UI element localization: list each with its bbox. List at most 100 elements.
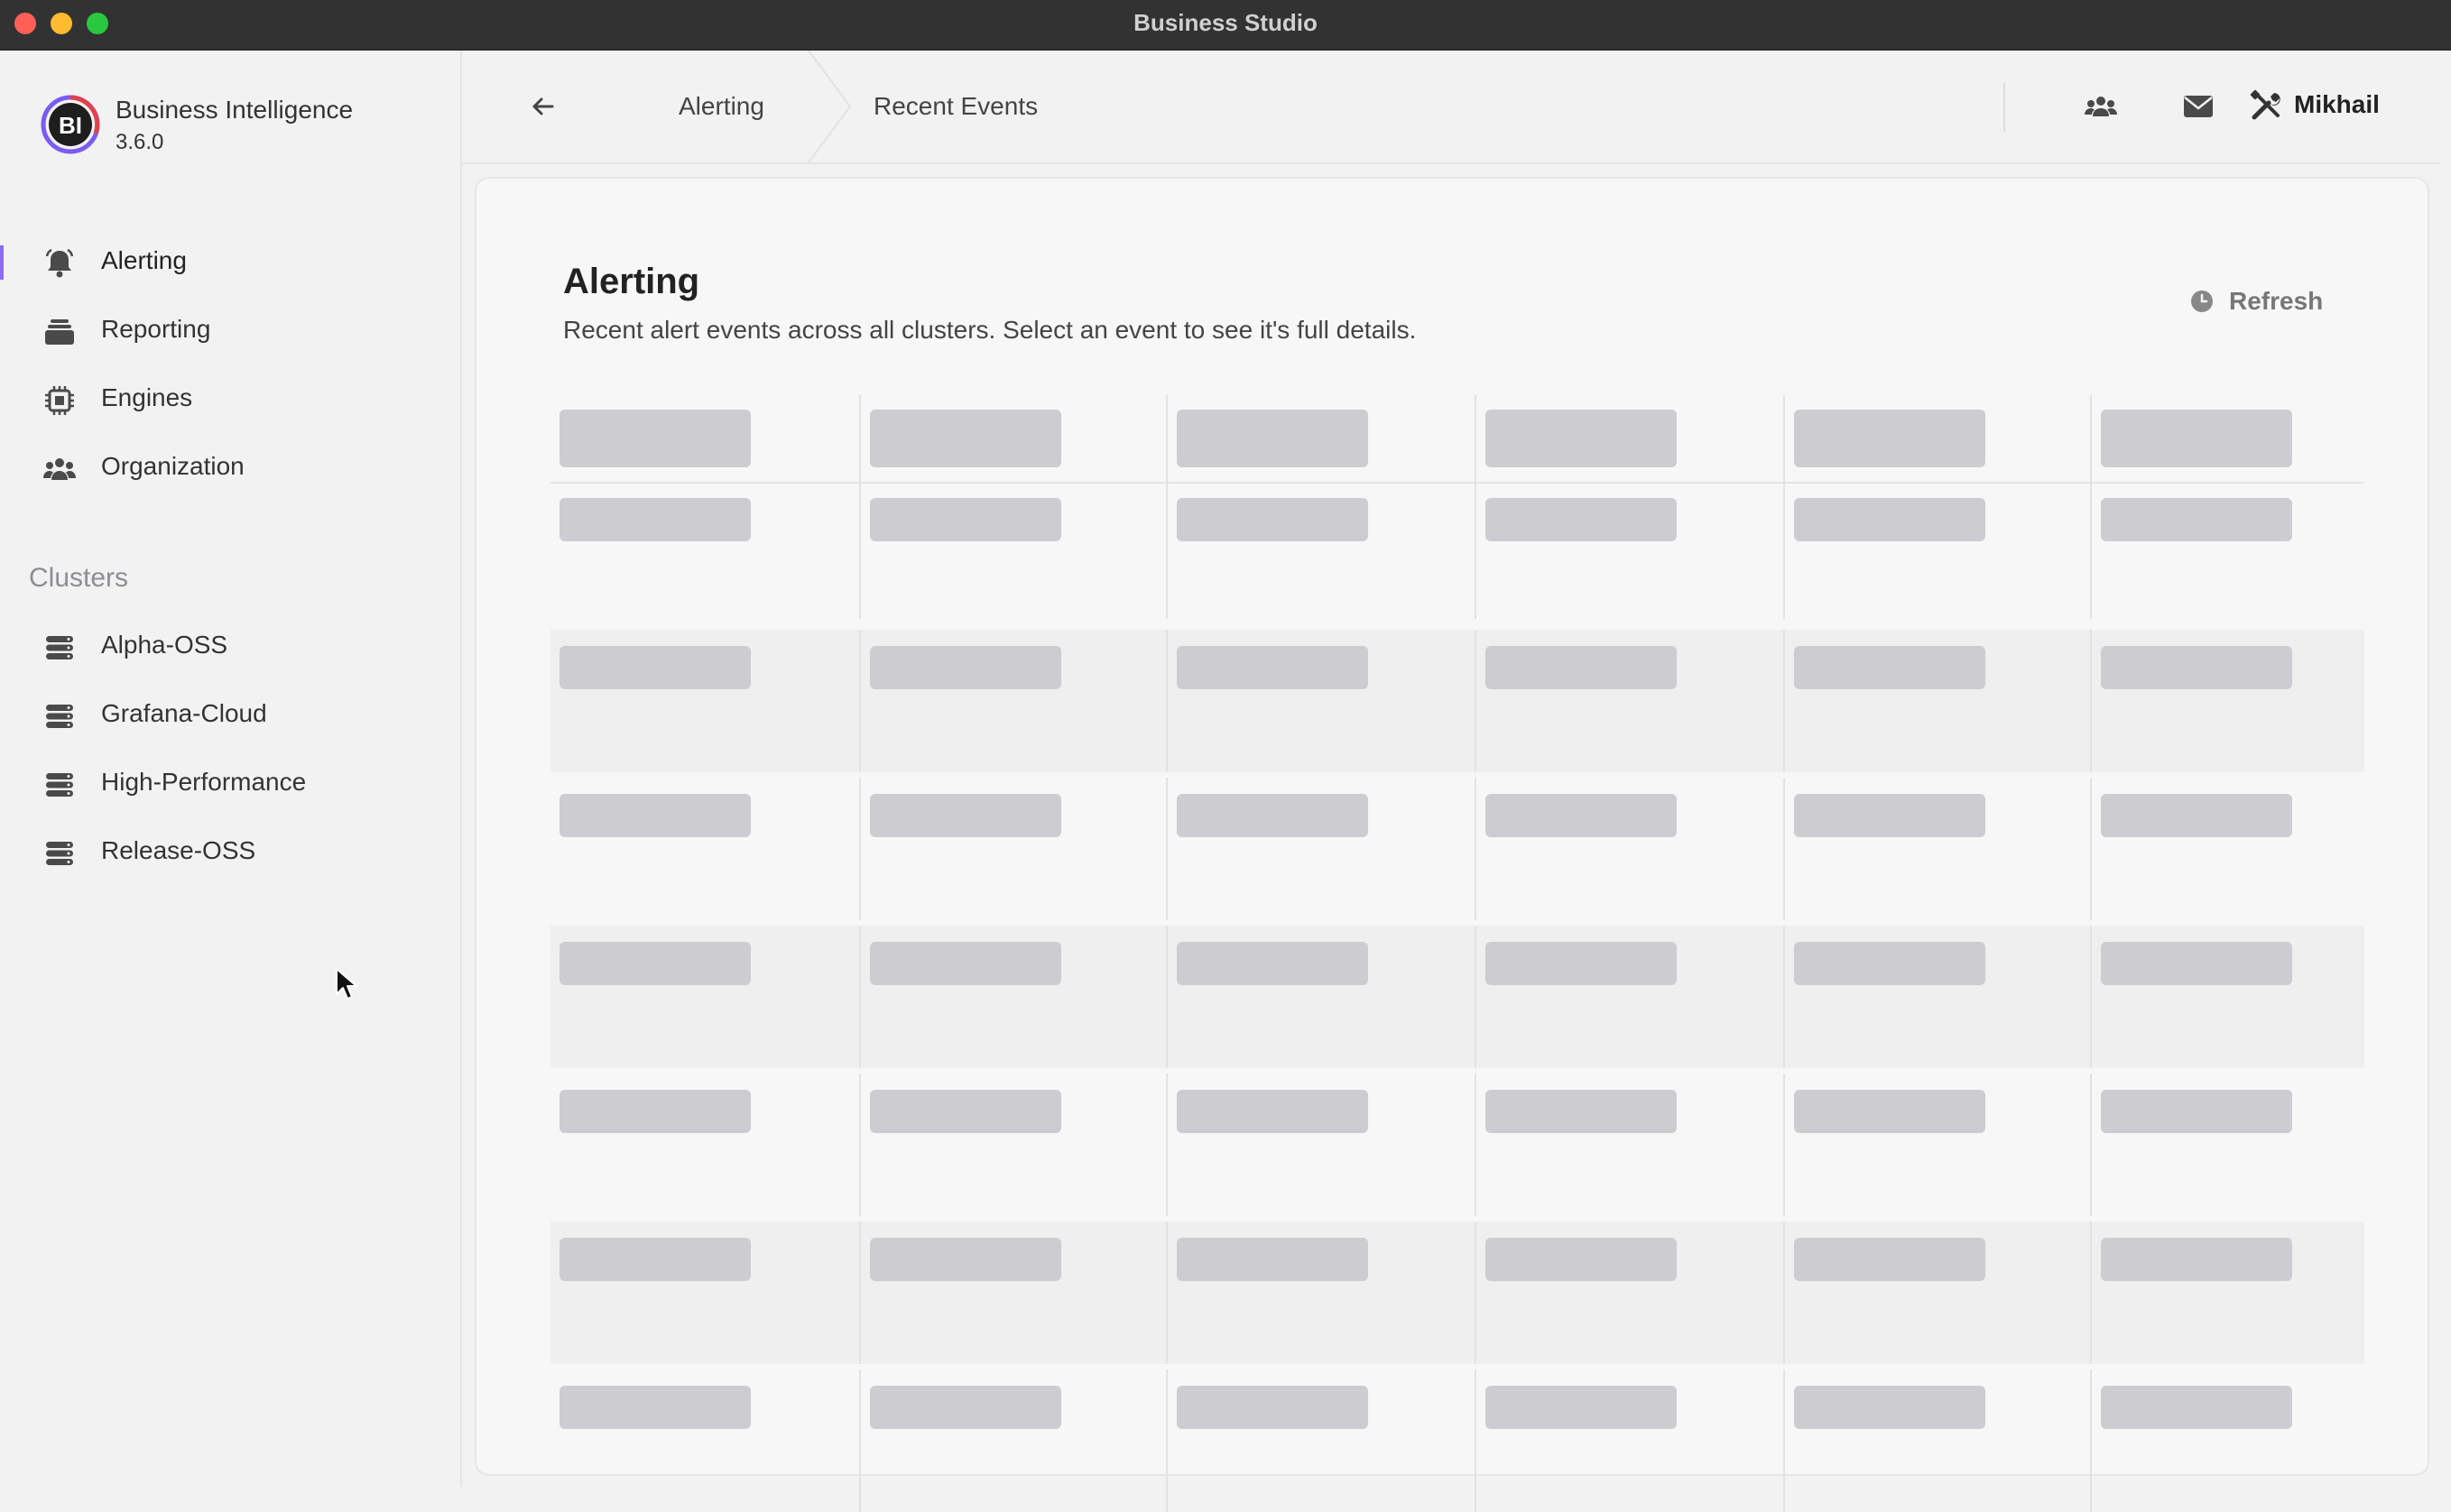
app-logo-icon: BI xyxy=(41,95,100,154)
skeleton-placeholder xyxy=(1794,1238,1985,1281)
users-icon xyxy=(43,458,76,480)
breadcrumb-alerting[interactable]: Alerting xyxy=(679,92,764,121)
skeleton-placeholder xyxy=(2101,646,2292,689)
table-cell xyxy=(859,1222,1168,1364)
table-cell xyxy=(859,1369,1168,1512)
database-icon xyxy=(46,773,73,797)
cluster-item-grafana-cloud[interactable]: Grafana-Cloud xyxy=(0,686,458,743)
table-cell xyxy=(859,778,1168,920)
table-cell xyxy=(1166,778,1475,920)
table-cell xyxy=(859,630,1168,772)
table-cell xyxy=(2090,395,2366,482)
skeleton-placeholder xyxy=(1485,794,1677,837)
window-titlebar: Business Studio xyxy=(0,0,2451,51)
breadcrumb-recent-events[interactable]: Recent Events xyxy=(874,92,1038,121)
skeleton-placeholder xyxy=(1177,942,1368,985)
skeleton-placeholder xyxy=(2101,1386,2292,1429)
table-cell xyxy=(1783,630,2092,772)
skeleton-placeholder xyxy=(2101,410,2292,467)
skeleton-placeholder xyxy=(1177,1238,1368,1281)
skeleton-placeholder xyxy=(1177,794,1368,837)
table-cell xyxy=(1166,482,1475,619)
page-title: Alerting xyxy=(563,262,700,301)
sidebar-item-reporting[interactable]: Reporting xyxy=(0,301,458,359)
table-cell xyxy=(1475,1074,1783,1216)
skeleton-placeholder xyxy=(2101,498,2292,541)
window-title: Business Studio xyxy=(1133,9,1318,36)
table-cell xyxy=(2090,630,2366,772)
skeleton-placeholder xyxy=(1485,646,1677,689)
sidebar-item-label: Engines xyxy=(101,383,193,411)
skeleton-placeholder xyxy=(2101,1090,2292,1133)
skeleton-placeholder xyxy=(1794,410,1985,467)
sidebar-item-alerting[interactable]: Alerting xyxy=(0,233,458,290)
table-cell xyxy=(2090,778,2366,920)
table-row[interactable] xyxy=(550,778,2364,920)
user-name: Mikhail xyxy=(2294,90,2380,118)
skeleton-placeholder xyxy=(870,1090,1061,1133)
skeleton-placeholder xyxy=(1485,1238,1677,1281)
table-cell xyxy=(550,778,839,920)
page-subtitle: Recent alert events across all clusters.… xyxy=(563,316,1417,344)
table-cell xyxy=(1166,926,1475,1068)
skeleton-placeholder xyxy=(1485,1386,1677,1429)
table-row[interactable] xyxy=(550,482,2364,619)
refresh-button[interactable]: Refresh xyxy=(2189,285,2352,321)
table-cell xyxy=(1783,1369,2092,1512)
table-cell xyxy=(2090,482,2366,619)
skeleton-placeholder xyxy=(560,942,751,985)
table-cell xyxy=(2090,1222,2366,1364)
cluster-item-release-oss[interactable]: Release-OSS xyxy=(0,823,458,880)
skeleton-placeholder xyxy=(560,410,751,467)
table-cell xyxy=(1783,1222,2092,1364)
cluster-item-alpha-oss[interactable]: Alpha-OSS xyxy=(0,617,458,675)
table-cell xyxy=(859,482,1168,619)
table-cell xyxy=(1475,630,1783,772)
table-row[interactable] xyxy=(550,630,2364,772)
table-row[interactable] xyxy=(550,1074,2364,1216)
refresh-label: Refresh xyxy=(2229,287,2324,315)
table-cell xyxy=(1475,778,1783,920)
table-cell xyxy=(550,1222,839,1364)
active-indicator xyxy=(0,245,4,280)
back-arrow-icon[interactable] xyxy=(516,88,570,124)
skeleton-placeholder xyxy=(1485,942,1677,985)
table-row[interactable] xyxy=(550,1222,2364,1364)
sidebar-item-label: Reporting xyxy=(101,315,211,343)
sidebar-item-organization[interactable]: Organization xyxy=(0,438,458,496)
mail-icon[interactable] xyxy=(2178,87,2218,126)
app-name: Business Intelligence xyxy=(116,96,354,124)
app-version: 3.6.0 xyxy=(116,130,164,154)
skeleton-placeholder xyxy=(560,498,751,541)
skeleton-placeholder xyxy=(1177,410,1368,467)
table-cell xyxy=(550,1074,839,1216)
skeleton-placeholder xyxy=(1177,1386,1368,1429)
skeleton-placeholder xyxy=(1177,1090,1368,1133)
skeleton-placeholder xyxy=(1794,794,1985,837)
table-cell xyxy=(859,395,1168,482)
team-icon[interactable] xyxy=(2081,87,2121,126)
skeleton-placeholder xyxy=(1485,410,1677,467)
skeleton-placeholder xyxy=(1794,1090,1985,1133)
table-row[interactable] xyxy=(550,1369,2364,1512)
clock-icon xyxy=(2191,290,2213,312)
table-cell xyxy=(550,395,839,482)
table-cell xyxy=(1475,1222,1783,1364)
cluster-item-high-performance[interactable]: High-Performance xyxy=(0,754,458,812)
table-cell xyxy=(1475,1369,1783,1512)
breadcrumb-separator-icon xyxy=(808,51,852,162)
cluster-item-label: High-Performance xyxy=(101,768,307,796)
table-cell xyxy=(1166,1074,1475,1216)
cluster-item-label: Alpha-OSS xyxy=(101,631,228,659)
skeleton-placeholder xyxy=(560,1386,751,1429)
sidebar-item-engines[interactable]: Engines xyxy=(0,370,458,428)
skeleton-placeholder xyxy=(870,410,1061,467)
table-cell xyxy=(2090,1369,2366,1512)
table-cell xyxy=(1475,395,1783,482)
skeleton-placeholder xyxy=(560,1238,751,1281)
table-cell xyxy=(1166,630,1475,772)
table-cell xyxy=(1166,1369,1475,1512)
table-row[interactable] xyxy=(550,926,2364,1068)
skeleton-placeholder xyxy=(1485,498,1677,541)
skeleton-placeholder xyxy=(2101,1238,2292,1281)
